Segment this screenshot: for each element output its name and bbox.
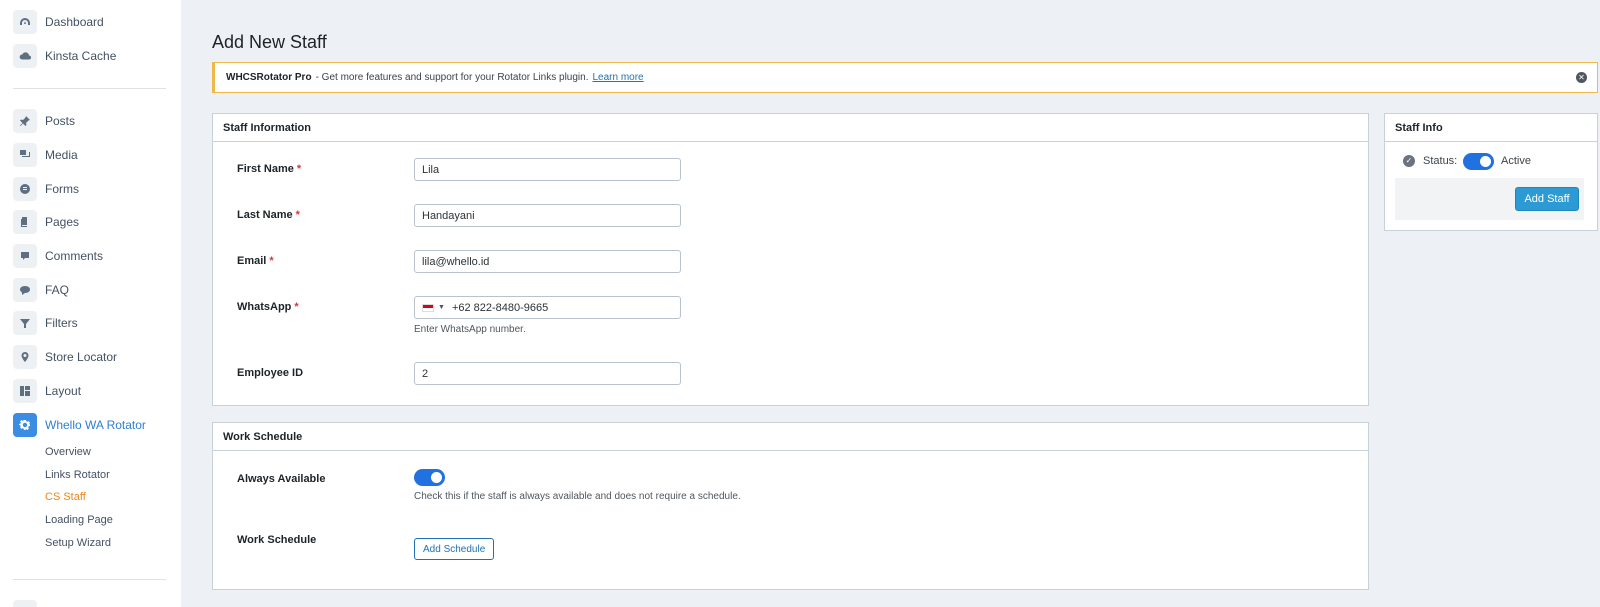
required-mark: * bbox=[295, 209, 300, 221]
last-name-input[interactable]: Handayani bbox=[414, 204, 681, 227]
sidebar-item-label: Media bbox=[45, 148, 78, 162]
sidebar-item-faq[interactable]: FAQ bbox=[13, 277, 69, 303]
status-toggle[interactable] bbox=[1463, 153, 1494, 170]
add-staff-button[interactable]: Add Staff bbox=[1515, 187, 1579, 211]
layout-icon bbox=[13, 379, 37, 403]
sidebar-item-label: Posts bbox=[45, 114, 76, 128]
label-text: Email bbox=[237, 255, 267, 267]
pages-icon bbox=[13, 210, 37, 234]
work-schedule-label: Work Schedule bbox=[237, 534, 317, 546]
required-mark: * bbox=[269, 255, 274, 267]
employee-id-label: Employee ID bbox=[237, 367, 304, 379]
sidebar-item-kinsta-cache[interactable]: Kinsta Cache bbox=[13, 43, 116, 69]
whatsapp-help-text: Enter WhatsApp number. bbox=[414, 324, 526, 335]
staff-info-panel: Staff Info ✓ Status: Active Add Staff bbox=[1384, 113, 1598, 231]
label-text: First Name bbox=[237, 163, 294, 175]
sidebar-item-label: Layout bbox=[45, 384, 82, 398]
sidebar-item-comments[interactable]: Comments bbox=[13, 243, 103, 269]
sidebar-item-dashboard[interactable]: Dashboard bbox=[13, 9, 104, 35]
submenu-item-cs-staff[interactable]: CS Staff bbox=[45, 491, 86, 503]
indonesia-flag-icon[interactable] bbox=[422, 303, 434, 312]
pin-icon bbox=[13, 109, 37, 133]
sidebar-item-forms[interactable]: Forms bbox=[13, 176, 79, 202]
always-available-toggle[interactable] bbox=[414, 469, 445, 486]
label-text: WhatsApp bbox=[237, 301, 292, 313]
actions-area: Add Staff bbox=[1395, 178, 1584, 220]
sidebar-divider bbox=[13, 88, 166, 89]
page-title: Add New Staff bbox=[212, 32, 327, 52]
panel-title: Staff Information bbox=[213, 114, 1368, 142]
staff-information-panel: Staff Information First Name * Lila Last … bbox=[212, 113, 1369, 406]
sidebar-item-label: Forms bbox=[45, 182, 79, 196]
submenu-item-loading-page[interactable]: Loading Page bbox=[45, 514, 113, 526]
sidebar-item-whello-wa-rotator[interactable]: Whello WA Rotator bbox=[13, 412, 146, 438]
whatsapp-label: WhatsApp * bbox=[237, 301, 299, 313]
check-circle-icon: ✓ bbox=[1403, 155, 1415, 167]
status-row: ✓ Status: bbox=[1403, 155, 1457, 167]
employee-id-input[interactable]: 2 bbox=[414, 362, 681, 385]
cloud-icon bbox=[13, 44, 37, 68]
menu-icon[interactable] bbox=[13, 600, 37, 607]
sidebar-item-label: Kinsta Cache bbox=[45, 49, 117, 63]
notice-message: - Get more features and support for your… bbox=[315, 72, 589, 83]
email-label: Email * bbox=[237, 255, 274, 267]
required-mark: * bbox=[296, 163, 302, 175]
sidebar-divider bbox=[13, 579, 166, 580]
submenu-item-setup-wizard[interactable]: Setup Wizard bbox=[45, 537, 111, 549]
work-schedule-panel: Work Schedule Always Available Check thi… bbox=[212, 422, 1369, 590]
sidebar-item-label: Filters bbox=[45, 316, 78, 330]
chevron-down-icon[interactable]: ▼ bbox=[438, 304, 445, 311]
whatsapp-input[interactable]: ▼ +62 822-8480-9665 bbox=[414, 296, 681, 319]
status-value: Active bbox=[1501, 155, 1531, 167]
always-available-label: Always Available bbox=[237, 473, 326, 485]
sidebar-item-label: Whello WA Rotator bbox=[45, 418, 146, 432]
sidebar-item-posts[interactable]: Posts bbox=[13, 108, 75, 134]
toggle-knob bbox=[431, 472, 442, 483]
pro-notice: WHCSRotator Pro - Get more features and … bbox=[212, 62, 1598, 93]
comment-icon bbox=[13, 244, 37, 268]
admin-sidebar: Dashboard Kinsta Cache Posts Media Forms… bbox=[0, 0, 181, 607]
media-icon bbox=[13, 143, 37, 167]
learn-more-link[interactable]: Learn more bbox=[592, 72, 643, 83]
sidebar-item-pages[interactable]: Pages bbox=[13, 209, 79, 235]
status-label: Status: bbox=[1423, 155, 1458, 167]
required-mark: * bbox=[294, 301, 299, 313]
faq-icon bbox=[13, 278, 37, 302]
dashboard-icon bbox=[13, 10, 37, 34]
panel-title: Staff Info bbox=[1385, 114, 1597, 142]
sidebar-item-label: Comments bbox=[45, 249, 104, 263]
add-schedule-button[interactable]: Add Schedule bbox=[414, 538, 495, 560]
sidebar-item-media[interactable]: Media bbox=[13, 142, 78, 168]
first-name-label: First Name * bbox=[237, 163, 301, 175]
filter-icon bbox=[13, 311, 37, 335]
sidebar-item-filters[interactable]: Filters bbox=[13, 310, 78, 336]
sidebar-item-label: Pages bbox=[45, 215, 80, 229]
whatsapp-number: +62 822-8480-9665 bbox=[451, 301, 549, 314]
notice-brand: WHCSRotator Pro bbox=[226, 72, 312, 83]
toggle-knob bbox=[1480, 156, 1491, 167]
first-name-input[interactable]: Lila bbox=[414, 158, 681, 181]
sidebar-item-label: FAQ bbox=[45, 283, 70, 297]
submenu-item-links-rotator[interactable]: Links Rotator bbox=[45, 469, 110, 481]
sidebar-item-label: Dashboard bbox=[45, 15, 104, 29]
sidebar-item-layout[interactable]: Layout bbox=[13, 378, 81, 404]
last-name-label: Last Name * bbox=[237, 209, 300, 221]
close-icon[interactable]: ✕ bbox=[1576, 72, 1587, 83]
gear-icon bbox=[13, 413, 37, 437]
sidebar-item-store-locator[interactable]: Store Locator bbox=[13, 344, 117, 370]
submenu-item-overview[interactable]: Overview bbox=[45, 446, 91, 458]
email-input[interactable]: lila@whello.id bbox=[414, 250, 681, 273]
forms-icon bbox=[13, 177, 37, 201]
location-pin-icon bbox=[13, 345, 37, 369]
always-available-help-text: Check this if the staff is always availa… bbox=[414, 491, 741, 502]
sidebar-item-label: Store Locator bbox=[45, 350, 118, 364]
panel-title: Work Schedule bbox=[213, 423, 1368, 451]
label-text: Last Name bbox=[237, 209, 293, 221]
